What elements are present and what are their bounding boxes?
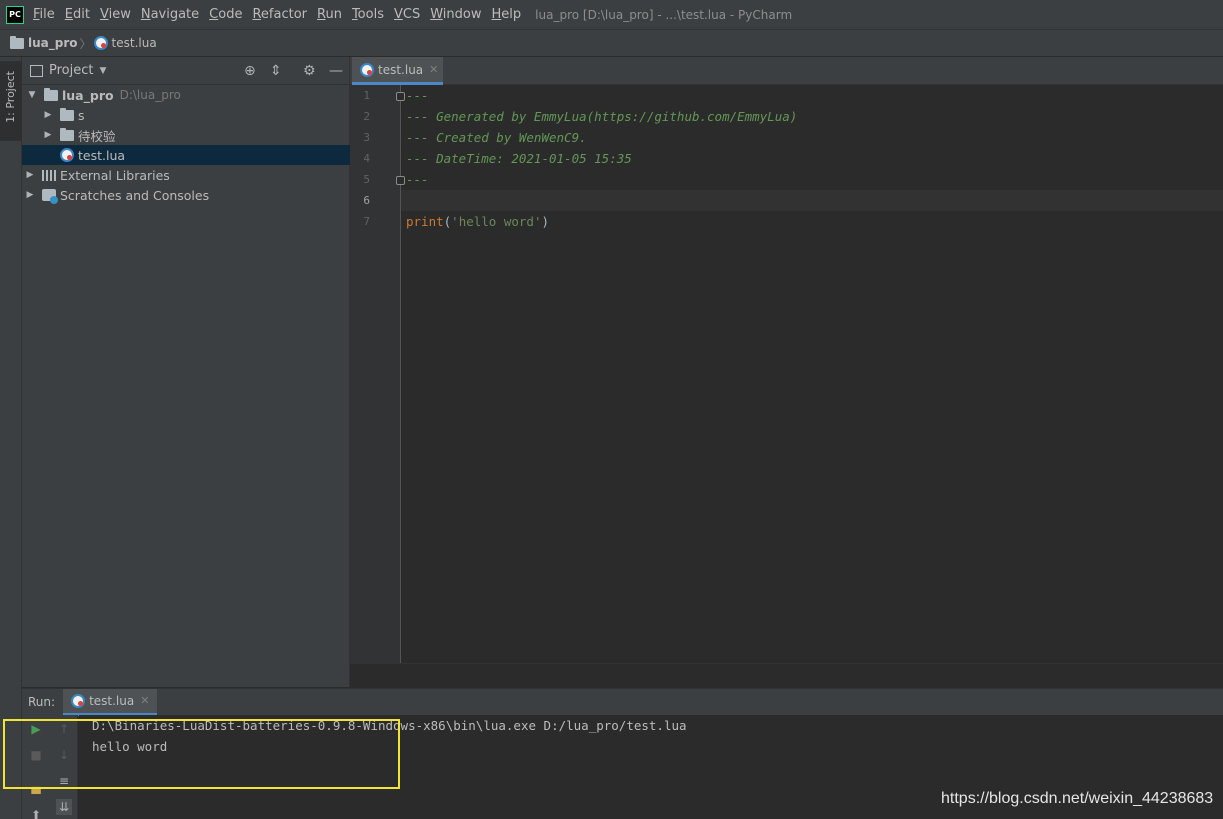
chevron-right-icon[interactable]: ▶ [24, 170, 36, 180]
tree-item-lua-pro[interactable]: ▼ lua_pro D:\lua_pro [22, 85, 350, 105]
breadcrumb-file[interactable]: test.lua [112, 36, 157, 50]
menu-window[interactable]: Window [430, 7, 481, 22]
run-tab-test-lua[interactable]: test.lua ✕ [63, 688, 158, 716]
tab-label: test.lua [89, 693, 135, 708]
tree-item-label: lua_pro [62, 87, 114, 103]
menu-tools[interactable]: Tools [352, 7, 384, 22]
tree-item-label: test.lua [78, 147, 126, 163]
chevron-right-icon[interactable]: ▶ [42, 130, 54, 140]
code-line: --- DateTime: 2021-01-05 15:35 [406, 151, 632, 166]
run-label: Run: [28, 695, 56, 709]
tree-item-label: s [78, 107, 85, 123]
editor-tab-bar: test.lua ✕ [350, 57, 1223, 85]
menu-refactor[interactable]: Refactor [252, 7, 307, 22]
project-panel-header: Project ▼ ⊕ ⇕ ⚙ — [22, 57, 349, 85]
line-number: 5 [363, 173, 370, 186]
code-line: --- Generated by EmmyLua(https://github.… [406, 109, 798, 124]
folder-icon [60, 107, 74, 121]
project-view-selector[interactable]: Project [49, 63, 93, 78]
menu-code[interactable]: Code [209, 7, 242, 22]
menu-bar: PC File Edit View Navigate Code Refactor… [0, 0, 1223, 29]
line-number: 2 [363, 110, 370, 123]
menu-view[interactable]: View [100, 7, 131, 22]
line-number: 6 [363, 194, 370, 207]
left-tool-strip: 1: Project [0, 57, 22, 819]
menu-edit[interactable]: Edit [65, 7, 90, 22]
chevron-down-icon[interactable]: ▼ [26, 90, 38, 100]
tab-test-lua[interactable]: test.lua ✕ [352, 57, 443, 85]
breadcrumb: lua_pro 〉 test.lua [0, 29, 1223, 57]
scratches-icon [42, 189, 58, 204]
tree-item-label: 待校验 [78, 128, 116, 144]
code-line: --- Created by WenWenC9. [406, 130, 587, 145]
menu-navigate[interactable]: Navigate [141, 7, 199, 22]
code-line: print('hello word') [406, 214, 549, 229]
folder-icon [10, 35, 24, 49]
lua-file-icon [71, 693, 86, 708]
folder-icon [60, 127, 74, 141]
project-view-icon [30, 64, 43, 77]
fold-guide [400, 85, 401, 663]
code-paren: ) [541, 214, 550, 229]
libraries-icon [42, 169, 56, 181]
tree-item-path: D:\lua_pro [119, 88, 181, 102]
folder-icon [44, 87, 58, 101]
lua-file-icon [360, 62, 374, 77]
line-number: 3 [363, 131, 370, 144]
project-panel: Project ▼ ⊕ ⇕ ⚙ — ▼ lua_pro D:\lua_pro ▶… [22, 57, 350, 687]
gear-icon[interactable]: ⚙ [303, 63, 316, 79]
current-line-highlight [400, 190, 1223, 211]
code-string: 'hello word' [451, 214, 542, 229]
watermark: https://blog.csdn.net/weixin_44238683 [941, 790, 1214, 807]
tab-label: test.lua [378, 62, 424, 77]
scroll-to-end-icon[interactable]: ⇊ [56, 799, 72, 815]
close-icon[interactable]: ✕ [140, 694, 149, 707]
menu-help[interactable]: Help [492, 7, 522, 22]
tree-item-test-lua[interactable]: test.lua [22, 145, 350, 165]
lua-file-icon [60, 148, 74, 162]
tree-item-external-libraries[interactable]: ▶ External Libraries [22, 165, 350, 185]
fold-marker-icon[interactable] [396, 176, 405, 185]
fold-marker-icon[interactable] [396, 92, 405, 101]
breadcrumb-separator: 〉 [79, 36, 92, 51]
tree-item-pending[interactable]: ▶ 待校验 [22, 125, 350, 145]
breadcrumb-project[interactable]: lua_pro [28, 36, 78, 50]
menu-vcs[interactable]: VCS [394, 7, 420, 22]
pin-icon[interactable]: ⬆ [28, 807, 44, 819]
code-line: --- [406, 172, 429, 187]
close-icon[interactable]: ✕ [429, 63, 438, 76]
run-panel-header: Run: test.lua ✕ [22, 688, 1223, 716]
line-number: 7 [363, 215, 370, 228]
chevron-right-icon[interactable]: ▶ [24, 190, 36, 200]
chevron-right-icon[interactable]: ▶ [42, 110, 54, 120]
locate-icon[interactable]: ⊕ [244, 63, 256, 79]
annotation-highlight-box [3, 719, 400, 789]
collapse-all-icon[interactable]: ⇕ [270, 63, 282, 79]
tree-item-scratches[interactable]: ▶ Scratches and Consoles [22, 185, 350, 205]
tree-item-label: Scratches and Consoles [60, 187, 210, 203]
tree-item-s[interactable]: ▶ s [22, 105, 350, 125]
code-line: --- [406, 88, 429, 103]
line-number-gutter: 1 2 3 4 5 6 7 [350, 85, 400, 663]
code-function: print [406, 214, 444, 229]
code-editor[interactable]: 1 2 3 4 5 6 7 --- --- Generated by EmmyL… [350, 85, 1223, 663]
project-tool-window-tab[interactable]: 1: Project [0, 61, 22, 141]
chevron-down-icon[interactable]: ▼ [99, 66, 106, 76]
line-number: 4 [363, 152, 370, 165]
pycharm-logo: PC [6, 5, 24, 24]
lua-file-icon [93, 36, 108, 50]
window-title: lua_pro [D:\lua_pro] - ...\test.lua - Py… [535, 7, 793, 22]
editor-breadcrumb-bar [350, 663, 1223, 687]
line-number: 1 [363, 89, 370, 102]
minimize-icon[interactable]: — [329, 63, 343, 79]
menu-run[interactable]: Run [317, 7, 342, 22]
tree-item-label: External Libraries [60, 167, 170, 183]
menu-file[interactable]: File [33, 7, 55, 22]
